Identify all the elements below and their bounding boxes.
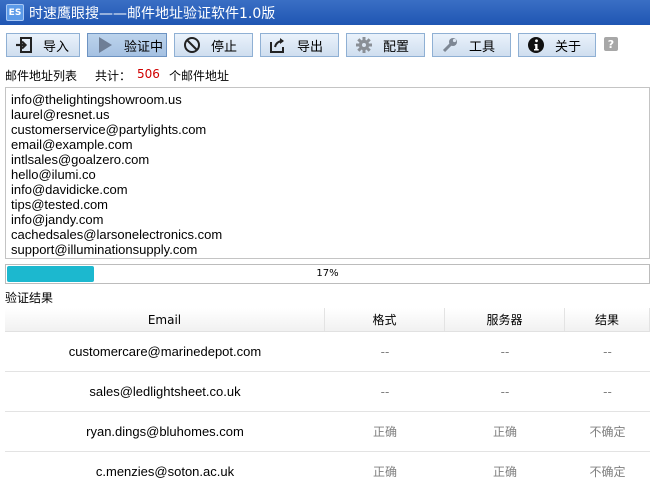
email-list-item: support@illuminationsupply.com <box>11 242 198 257</box>
info-icon <box>527 36 545 54</box>
email-list-textbox[interactable]: info@thelightingshowroom.us laurel@resnet… <box>5 87 650 259</box>
table-row[interactable]: c.menzies@soton.ac.uk 正确 正确 不确定 <box>5 452 650 480</box>
email-count: 506 <box>137 67 160 81</box>
import-icon <box>15 36 33 54</box>
result-server-cell: 正确 <box>492 425 517 439</box>
result-status-cell: -- <box>603 384 612 399</box>
email-count-suffix: 个邮件地址 <box>168 69 229 83</box>
column-header-server[interactable]: 服务器 <box>445 308 565 331</box>
results-title: 验证结果 <box>5 291 54 305</box>
email-list-item: customerservice@partylights.com <box>11 122 207 137</box>
email-list-item: laurel@resnet.us <box>11 107 110 122</box>
verify-button-label: 验证中 <box>124 39 164 55</box>
import-button[interactable]: 导入 <box>6 33 80 57</box>
results-table[interactable]: Email 格式 服务器 结果 customercare@marinedepot… <box>5 308 650 480</box>
email-list-item: info@jandy.com <box>11 212 104 227</box>
tools-button[interactable]: 工具 <box>432 33 511 57</box>
result-format-cell: -- <box>380 384 390 399</box>
table-row[interactable]: customercare@marinedepot.com -- -- -- <box>5 332 650 372</box>
tools-icon <box>441 36 459 54</box>
stop-button[interactable]: 停止 <box>174 33 253 57</box>
email-list-title: 邮件地址列表 <box>5 69 78 83</box>
results-table-body: customercare@marinedepot.com -- -- -- sales@… <box>5 332 650 480</box>
about-button[interactable]: 关于 <box>518 33 596 57</box>
app-logo-icon: ES <box>6 4 24 21</box>
about-button-label: 关于 <box>555 39 582 55</box>
export-icon <box>269 36 287 54</box>
result-status-cell: -- <box>603 344 612 359</box>
result-server-cell: 正确 <box>492 465 517 479</box>
results-table-header: Email 格式 服务器 结果 <box>5 308 650 332</box>
result-email-cell: c.menzies@soton.ac.uk <box>95 464 235 479</box>
result-email-cell: sales@ledlightsheet.co.uk <box>89 384 241 399</box>
result-email-cell: customercare@marinedepot.com <box>68 344 262 359</box>
email-list-item: info@davidicke.com <box>11 182 128 197</box>
title-bar: ES 时速鹰眼搜——邮件地址验证软件1.0版 <box>0 0 650 25</box>
tools-button-label: 工具 <box>469 39 496 55</box>
progress-label: 17% <box>316 268 339 279</box>
result-format-cell: 正确 <box>372 425 397 439</box>
export-button[interactable]: 导出 <box>260 33 339 57</box>
gear-icon <box>355 36 373 54</box>
column-header-format[interactable]: 格式 <box>325 308 445 331</box>
email-list-item: email@example.com <box>11 137 133 152</box>
stop-icon <box>183 36 201 54</box>
import-button-label: 导入 <box>43 39 70 55</box>
email-list-item: intlsales@goalzero.com <box>11 152 150 167</box>
export-button-label: 导出 <box>297 39 324 55</box>
table-row[interactable]: ryan.dings@bluhomes.com 正确 正确 不确定 <box>5 412 650 452</box>
toolbar: 导入 验证中 停止 导出 配置 工具 关于 ? <box>0 25 650 65</box>
play-icon <box>96 36 114 54</box>
settings-button[interactable]: 配置 <box>346 33 425 57</box>
email-list-item: info@thelightingshowroom.us <box>11 92 182 107</box>
email-list-item: cachedsales@larsonelectronics.com <box>11 227 223 242</box>
result-format-cell: 正确 <box>372 465 397 479</box>
table-row[interactable]: sales@ledlightsheet.co.uk -- -- -- <box>5 372 650 412</box>
result-email-cell: ryan.dings@bluhomes.com <box>86 424 244 439</box>
email-count-prefix: 共计： <box>95 69 132 83</box>
column-header-result[interactable]: 结果 <box>565 308 650 331</box>
settings-button-label: 配置 <box>383 39 410 55</box>
result-format-cell: -- <box>380 344 390 359</box>
help-button[interactable]: ? <box>604 37 618 51</box>
email-list-item: tips@tested.com <box>11 197 109 212</box>
stop-button-label: 停止 <box>211 39 238 55</box>
progress-bar: 17% <box>5 264 650 284</box>
window-title: 时速鹰眼搜——邮件地址验证软件1.0版 <box>29 5 276 22</box>
email-list-header: 邮件地址列表 共计： 506 个邮件地址 <box>5 67 229 83</box>
result-status-cell: 不确定 <box>589 425 626 439</box>
result-server-cell: -- <box>500 384 510 399</box>
result-status-cell: 不确定 <box>589 465 626 479</box>
result-server-cell: -- <box>500 344 510 359</box>
email-list-item: hello@ilumi.co <box>11 167 96 182</box>
verify-button[interactable]: 验证中 <box>87 33 167 57</box>
column-header-email[interactable]: Email <box>5 308 325 331</box>
